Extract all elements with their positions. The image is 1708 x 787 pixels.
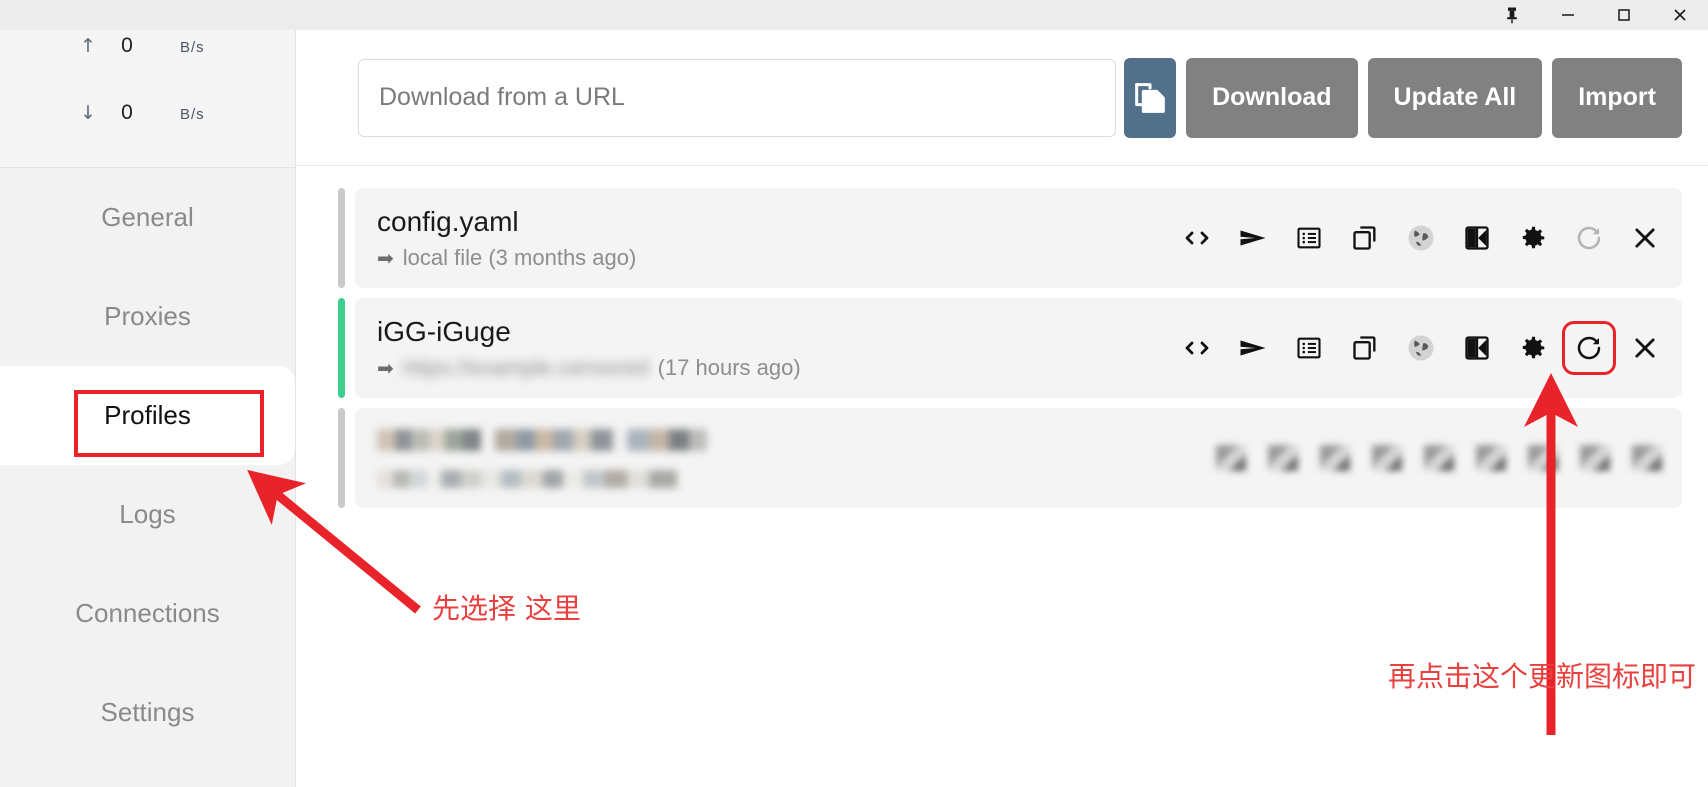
row-text-censored xyxy=(377,428,707,488)
code-icon[interactable] xyxy=(1180,331,1214,365)
profile-name-censored xyxy=(377,428,707,451)
globe-icon[interactable] xyxy=(1404,331,1438,365)
sidebar-item-label: General xyxy=(101,202,194,232)
profile-source-censored xyxy=(377,469,677,488)
annotation-label-update: 再点击这个更新图标即可 xyxy=(1388,660,1697,693)
globe-icon[interactable] xyxy=(1404,221,1438,255)
maximize-icon[interactable] xyxy=(1596,0,1652,30)
download-speed-row: ↓ 0 B/s xyxy=(0,101,295,168)
refresh-icon[interactable] xyxy=(1572,221,1606,255)
code-icon[interactable] xyxy=(1180,221,1214,255)
profile-source: ➡ https://example.censored (17 hours ago… xyxy=(377,355,801,381)
clipboard-copy-icon[interactable] xyxy=(1124,57,1177,138)
row-actions xyxy=(1180,221,1662,255)
app-window: ↑ 0 B/s ↓ 0 B/s General Proxies Profiles… xyxy=(0,0,1708,787)
download-button[interactable]: Download xyxy=(1186,57,1358,138)
sidebar-item-connections[interactable]: Connections xyxy=(0,564,295,663)
speed-indicator: ↑ 0 B/s ↓ 0 B/s xyxy=(0,30,295,168)
profile-name: iGG-iGuge xyxy=(377,315,511,347)
profile-source-url-censored: https://example.censored xyxy=(402,354,649,380)
list-icon[interactable] xyxy=(1292,331,1326,365)
sidebar: ↑ 0 B/s ↓ 0 B/s General Proxies Profiles… xyxy=(0,30,296,787)
update-all-button[interactable]: Update All xyxy=(1367,57,1543,138)
copy-icon[interactable] xyxy=(1348,221,1382,255)
gear-icon[interactable] xyxy=(1528,445,1558,471)
row-text: config.yaml ➡ local file (3 months ago) xyxy=(377,206,636,271)
close-icon[interactable] xyxy=(1632,445,1662,471)
row-body[interactable]: config.yaml ➡ local file (3 months ago) xyxy=(355,188,1682,288)
sidebar-item-label: Logs xyxy=(119,499,176,529)
download-speed-value: 0 xyxy=(121,100,133,124)
row-status-bar xyxy=(338,408,345,508)
sidebar-nav: General Proxies Profiles Logs Connection… xyxy=(0,168,295,762)
row-body[interactable]: iGG-iGuge ➡ https://example.censored (17… xyxy=(355,298,1682,398)
row-actions-censored xyxy=(1216,445,1662,471)
url-input[interactable] xyxy=(358,58,1116,137)
copy-icon[interactable] xyxy=(1348,331,1382,365)
row-text: iGG-iGuge ➡ https://example.censored (17… xyxy=(377,316,801,381)
upload-speed-row: ↑ 0 B/s xyxy=(0,34,295,101)
sidebar-item-label: Profiles xyxy=(104,400,191,430)
code-icon[interactable] xyxy=(1216,445,1246,471)
sidebar-item-logs[interactable]: Logs xyxy=(0,465,295,564)
annotation-label-select: 先选择 这里 xyxy=(432,592,581,625)
send-icon[interactable] xyxy=(1268,445,1298,471)
profile-source: ➡ local file (3 months ago) xyxy=(377,245,636,271)
row-body[interactable] xyxy=(355,408,1682,508)
upload-speed-unit: B/s xyxy=(180,39,205,56)
download-arrow-icon: ↓ xyxy=(80,101,96,124)
send-icon[interactable] xyxy=(1236,221,1270,255)
import-button[interactable]: Import xyxy=(1552,57,1682,138)
source-arrow-icon: ➡ xyxy=(377,355,394,380)
close-icon[interactable] xyxy=(1652,0,1708,30)
row-status-bar xyxy=(338,188,345,288)
sidebar-item-label: Proxies xyxy=(104,301,191,331)
split-view-icon[interactable] xyxy=(1460,331,1494,365)
sidebar-item-profiles[interactable]: Profiles xyxy=(0,366,295,465)
minimize-icon[interactable] xyxy=(1540,0,1596,30)
row-actions xyxy=(1180,321,1662,375)
upload-arrow-icon: ↑ xyxy=(80,35,96,57)
upload-speed-value: 0 xyxy=(121,34,133,57)
split-view-icon[interactable] xyxy=(1460,221,1494,255)
gear-icon[interactable] xyxy=(1516,221,1550,255)
profile-source-text: local file (3 months ago) xyxy=(402,244,637,270)
refresh-icon[interactable] xyxy=(1580,445,1610,471)
refresh-icon[interactable] xyxy=(1562,321,1616,375)
download-speed-unit: B/s xyxy=(180,105,205,123)
sidebar-item-general[interactable]: General xyxy=(0,168,295,267)
list-icon[interactable] xyxy=(1292,221,1326,255)
sidebar-item-label: Settings xyxy=(100,697,195,727)
send-icon[interactable] xyxy=(1236,331,1270,365)
gear-icon[interactable] xyxy=(1516,331,1550,365)
row-status-bar xyxy=(338,298,345,398)
list-icon[interactable] xyxy=(1320,445,1350,471)
profile-source-text: (17 hours ago) xyxy=(657,354,801,380)
title-bar xyxy=(0,0,1708,30)
sidebar-item-label: Connections xyxy=(75,598,220,628)
sidebar-item-proxies[interactable]: Proxies xyxy=(0,267,295,366)
profile-name: config.yaml xyxy=(377,205,519,237)
pin-icon[interactable] xyxy=(1484,0,1540,30)
globe-icon[interactable] xyxy=(1424,445,1454,471)
close-icon[interactable] xyxy=(1628,331,1662,365)
profiles-toolbar: Download Update All Import xyxy=(296,30,1708,166)
table-row[interactable]: iGG-iGuge ➡ https://example.censored (17… xyxy=(338,298,1682,398)
split-view-icon[interactable] xyxy=(1476,445,1506,471)
copy-icon[interactable] xyxy=(1372,445,1402,471)
profiles-list: config.yaml ➡ local file (3 months ago) xyxy=(296,166,1708,508)
close-icon[interactable] xyxy=(1628,221,1662,255)
table-row[interactable]: config.yaml ➡ local file (3 months ago) xyxy=(338,188,1682,288)
source-arrow-icon: ➡ xyxy=(377,245,394,270)
table-row[interactable] xyxy=(338,408,1682,508)
sidebar-item-settings[interactable]: Settings xyxy=(0,663,295,762)
